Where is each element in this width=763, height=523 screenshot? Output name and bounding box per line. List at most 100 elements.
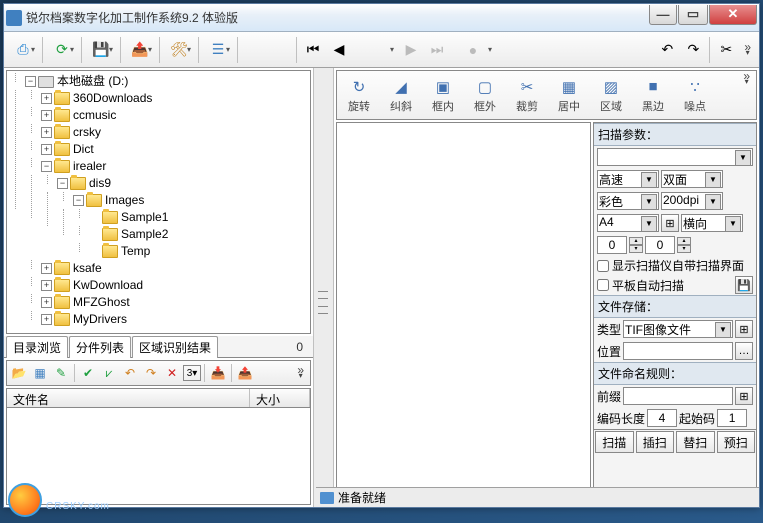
- tree-toggle-icon[interactable]: −: [57, 178, 68, 189]
- tab-browse[interactable]: 目录浏览: [6, 336, 68, 358]
- tree-toggle-icon[interactable]: +: [41, 280, 52, 291]
- side-select[interactable]: 双面: [661, 170, 723, 188]
- nav-first-button[interactable]: ⏮: [301, 38, 325, 62]
- value2-input[interactable]: [645, 236, 675, 254]
- export-icon[interactable]: 📤: [235, 363, 255, 383]
- auto-flatbed-checkbox[interactable]: 平板自动扫描💾: [594, 275, 756, 295]
- tree-toggle-icon[interactable]: −: [25, 76, 36, 87]
- tree-item[interactable]: +ksafe: [41, 260, 308, 277]
- imgtool-旋转[interactable]: ↻旋转: [339, 73, 379, 117]
- redo-button[interactable]: ↷: [681, 38, 705, 62]
- prefix-cfg-icon[interactable]: ⊞: [735, 387, 753, 405]
- speed-select[interactable]: 高速: [597, 170, 659, 188]
- color-select[interactable]: 彩色: [597, 192, 659, 210]
- tree-item[interactable]: Sample1: [89, 209, 308, 226]
- close-button[interactable]: ✕: [709, 5, 757, 25]
- tree-item[interactable]: +crsky: [41, 124, 308, 141]
- mini-overflow-icon[interactable]: »▾: [293, 367, 308, 379]
- col-size[interactable]: 大小: [250, 389, 310, 407]
- checkall-icon[interactable]: ⩗: [99, 363, 119, 383]
- replace-scan-btn[interactable]: 替扫: [676, 431, 715, 453]
- insert-scan-btn[interactable]: 插扫: [636, 431, 675, 453]
- toolbar-overflow-icon[interactable]: »▾: [740, 44, 755, 56]
- filetype-select[interactable]: TIF图像文件: [623, 320, 733, 338]
- length-input[interactable]: [647, 409, 677, 427]
- export-button[interactable]: 📤: [125, 35, 155, 65]
- value1-input[interactable]: [597, 236, 627, 254]
- edit-icon[interactable]: ✎: [51, 363, 71, 383]
- save-button[interactable]: 💾: [86, 35, 116, 65]
- scanner-select[interactable]: [597, 148, 753, 166]
- show-ui-checkbox[interactable]: 显示扫描仪自带扫描界面: [594, 256, 756, 275]
- splitter[interactable]: [314, 68, 334, 507]
- imgtool-纠斜[interactable]: ◢纠斜: [381, 73, 421, 117]
- file-list-header[interactable]: 文件名 大小: [6, 388, 311, 408]
- tree-toggle-icon[interactable]: +: [41, 93, 52, 104]
- start-input[interactable]: [717, 409, 747, 427]
- paper-select[interactable]: A4: [597, 214, 659, 232]
- preview-scan-btn[interactable]: 预扫: [717, 431, 756, 453]
- delete-icon[interactable]: ✕: [162, 363, 182, 383]
- imgtool-框外[interactable]: ▢框外: [465, 73, 505, 117]
- tree-item[interactable]: +KwDownload: [41, 277, 308, 294]
- nav-page-button[interactable]: [353, 38, 397, 62]
- browse-icon[interactable]: …: [735, 342, 753, 360]
- col-filename[interactable]: 文件名: [7, 389, 250, 407]
- nav-prev-button[interactable]: ◀: [327, 38, 351, 62]
- tree-item[interactable]: −irealer: [41, 158, 308, 175]
- tree-item[interactable]: −本地磁盘 (D:): [25, 73, 308, 90]
- tree-item[interactable]: +360Downloads: [41, 90, 308, 107]
- tree-item[interactable]: Temp: [89, 243, 308, 260]
- undo-button[interactable]: ↶: [655, 38, 679, 62]
- open-icon[interactable]: 📂: [9, 363, 29, 383]
- scan-btn[interactable]: 扫描: [595, 431, 634, 453]
- location-input[interactable]: [623, 342, 733, 360]
- tree-toggle-icon[interactable]: −: [41, 161, 52, 172]
- tree-toggle-icon[interactable]: +: [41, 110, 52, 121]
- cut-button[interactable]: ✂: [714, 38, 738, 62]
- redo-icon[interactable]: ↷: [141, 363, 161, 383]
- imgtool-噪点[interactable]: ∵噪点: [675, 73, 715, 117]
- tree-toggle-icon[interactable]: +: [41, 127, 52, 138]
- undo-icon[interactable]: ↶: [120, 363, 140, 383]
- spin1[interactable]: ▴▾: [629, 237, 643, 253]
- spin2[interactable]: ▴▾: [677, 237, 691, 253]
- tree-item[interactable]: Sample2: [89, 226, 308, 243]
- imgtool-居中[interactable]: ▦居中: [549, 73, 589, 117]
- tree-toggle-icon[interactable]: +: [41, 314, 52, 325]
- imgtool-框内[interactable]: ▣框内: [423, 73, 463, 117]
- imgtool-overflow-icon[interactable]: »▾: [739, 73, 754, 117]
- tree-item[interactable]: +MFZGhost: [41, 294, 308, 311]
- folder-tree[interactable]: −本地磁盘 (D:)+360Downloads+ccmusic+crsky+Di…: [6, 70, 311, 334]
- imgtool-区域[interactable]: ▨区域: [591, 73, 631, 117]
- check-icon[interactable]: ✔: [78, 363, 98, 383]
- titlebar[interactable]: 锐尔档案数字化加工制作系统9.2 体验版 — ▭ ✕: [4, 4, 759, 32]
- tree-item[interactable]: +ccmusic: [41, 107, 308, 124]
- tree-toggle-icon[interactable]: +: [41, 144, 52, 155]
- import-icon[interactable]: 📥: [208, 363, 228, 383]
- tab-files[interactable]: 分件列表: [69, 336, 131, 358]
- view-icon[interactable]: ▦: [30, 363, 50, 383]
- filetype-cfg-icon[interactable]: ⊞: [735, 320, 753, 338]
- refresh-button[interactable]: ⟳: [47, 35, 77, 65]
- tree-toggle-icon[interactable]: +: [41, 297, 52, 308]
- imgtool-黑边[interactable]: ■黑边: [633, 73, 673, 117]
- tree-item[interactable]: +Dict: [41, 141, 308, 158]
- tree-item[interactable]: −dis9: [57, 175, 308, 192]
- save-cfg-icon[interactable]: 💾: [735, 276, 753, 294]
- maximize-button[interactable]: ▭: [678, 5, 708, 25]
- tree-item[interactable]: −Images: [73, 192, 308, 209]
- imgtool-裁剪[interactable]: ✂裁剪: [507, 73, 547, 117]
- dpi-select[interactable]: 200dpi: [661, 192, 723, 210]
- tab-ocr[interactable]: 区域识别结果: [132, 336, 218, 358]
- prefix-input[interactable]: [623, 387, 733, 405]
- tree-item[interactable]: +MyDrivers: [41, 311, 308, 328]
- orient-select[interactable]: 横向: [681, 214, 743, 232]
- tree-toggle-icon[interactable]: −: [73, 195, 84, 206]
- image-preview[interactable]: [336, 122, 591, 505]
- paper-cfg-icon[interactable]: ⊞: [661, 214, 679, 232]
- number-icon[interactable]: 3▾: [183, 365, 201, 381]
- nav-next-button[interactable]: ▶: [399, 38, 423, 62]
- nav-last-button[interactable]: ⏭: [425, 38, 449, 62]
- tools-button[interactable]: 🛠: [164, 35, 194, 65]
